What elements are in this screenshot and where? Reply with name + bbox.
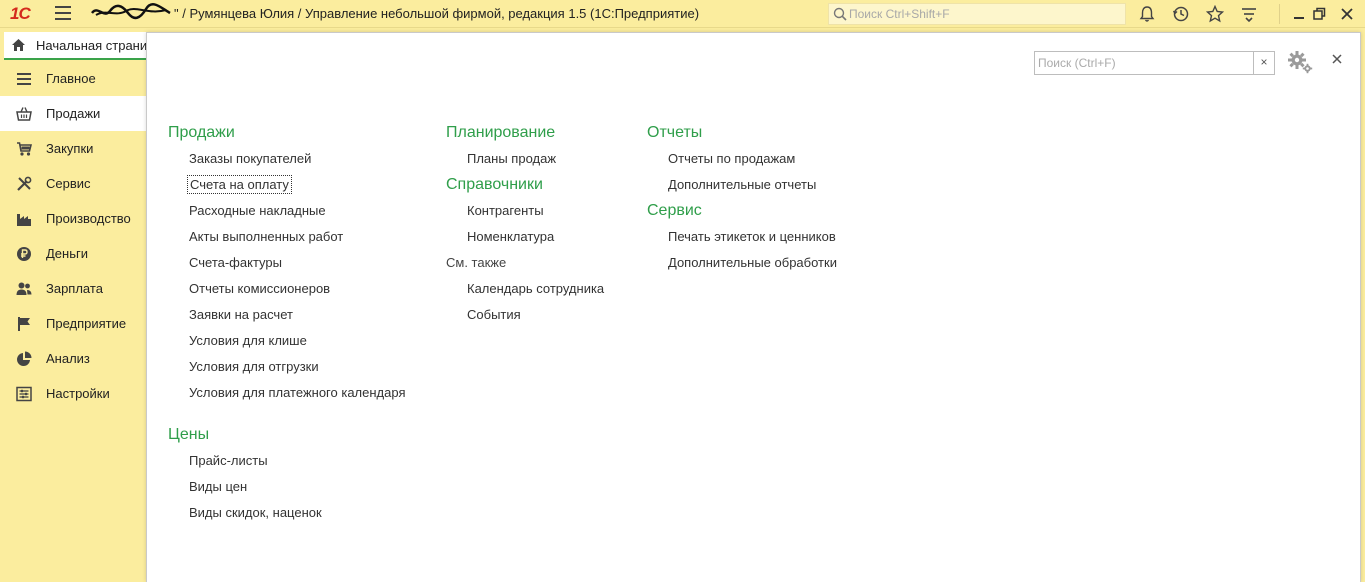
global-search[interactable] xyxy=(828,3,1126,25)
sidebar-item-label: Главное xyxy=(46,71,96,86)
link-additional-processing[interactable]: Дополнительные обработки xyxy=(647,253,837,279)
link-additional-reports[interactable]: Дополнительные отчеты xyxy=(647,175,837,201)
toolbar-separator xyxy=(1279,4,1280,24)
tab-home-label: Начальная страни xyxy=(36,38,148,53)
link-price-types[interactable]: Виды цен xyxy=(168,477,406,503)
link-payment-calendar-terms[interactable]: Условия для платежного календаря xyxy=(168,383,406,409)
sidebar-item-salary[interactable]: Зарплата xyxy=(0,271,146,306)
more-menu-icon[interactable] xyxy=(1240,5,1258,23)
flag-icon xyxy=(18,317,30,331)
restore-icon[interactable] xyxy=(1310,5,1328,23)
factory-icon xyxy=(17,214,31,226)
app-logo[interactable]: 1С xyxy=(10,4,31,24)
link-employee-calendar[interactable]: Календарь сотрудника xyxy=(446,279,604,305)
link-commissioner-reports[interactable]: Отчеты комиссионеров xyxy=(168,279,406,305)
link-stamp-terms[interactable]: Условия для клише xyxy=(168,331,406,357)
sidebar-item-label: Зарплата xyxy=(46,281,103,296)
section-title-reports: Отчеты xyxy=(647,124,703,141)
ruble-coin-icon xyxy=(17,247,31,261)
section-title-catalogs: Справочники xyxy=(446,176,543,193)
main-menu-icon[interactable] xyxy=(55,6,71,20)
sidebar-item-label: Деньги xyxy=(46,246,88,261)
section-title-prices: Цены xyxy=(168,426,210,443)
link-sales-plans[interactable]: Планы продаж xyxy=(446,149,604,175)
tools-icon xyxy=(17,176,32,191)
link-label-printing[interactable]: Печать этикеток и ценников xyxy=(647,227,837,253)
menu-lines-icon xyxy=(17,73,31,85)
sidebar-item-label: Сервис xyxy=(46,176,91,191)
link-nomenclature[interactable]: Номенклатура xyxy=(446,227,604,253)
basket-icon xyxy=(16,107,32,121)
panel-column-1: Продажи Заказы покупателей Счета на опла… xyxy=(168,123,406,529)
sidebar-item-production[interactable]: Производство xyxy=(0,201,146,236)
bell-icon[interactable] xyxy=(1138,5,1156,23)
section-panel: × Продажи Заказы покупателей Счета на оп… xyxy=(146,32,1361,582)
sidebar-item-money[interactable]: Деньги xyxy=(0,236,146,271)
sidebar-item-purchases[interactable]: Закупки xyxy=(0,131,146,166)
title-bar: 1С " / Румянцева Юлия / Управление небол… xyxy=(0,0,1365,28)
search-icon xyxy=(833,7,847,21)
window-title: " / Румянцева Юлия / Управление небольшо… xyxy=(174,6,700,21)
section-title-service: Сервис xyxy=(647,202,702,219)
global-search-input[interactable] xyxy=(849,4,1119,24)
close-panel-icon[interactable] xyxy=(1330,52,1344,66)
people-icon xyxy=(16,282,32,295)
home-icon xyxy=(12,39,25,51)
panel-search[interactable]: × xyxy=(1034,51,1275,75)
sidebar-item-label: Продажи xyxy=(46,106,101,121)
gear-icon[interactable] xyxy=(1286,49,1314,75)
link-sales-invoices[interactable]: Расходные накладные xyxy=(168,201,406,227)
link-shipment-terms[interactable]: Условия для отгрузки xyxy=(168,357,406,383)
panel-column-2: Планирование Планы продаж Справочники Ко… xyxy=(446,123,604,331)
link-invoices-for-payment[interactable]: Счета на оплату xyxy=(168,175,406,201)
sidebar-item-settings[interactable]: Настройки xyxy=(0,376,146,411)
link-tax-invoices[interactable]: Счета-фактуры xyxy=(168,253,406,279)
link-events[interactable]: События xyxy=(446,305,604,331)
section-title-see-also: См. также xyxy=(446,255,507,270)
redacted-scribble xyxy=(91,3,171,20)
sidebar-item-label: Настройки xyxy=(46,386,110,401)
sidebar-item-label: Закупки xyxy=(46,141,94,156)
link-payment-requests[interactable]: Заявки на расчет xyxy=(168,305,406,331)
link-customer-orders[interactable]: Заказы покупателей xyxy=(168,149,406,175)
settings-list-icon xyxy=(16,386,32,402)
panel-column-3: Отчеты Отчеты по продажам Дополнительные… xyxy=(647,123,837,279)
section-title-planning: Планирование xyxy=(446,124,556,141)
section-title-sales: Продажи xyxy=(168,124,235,141)
link-work-acts[interactable]: Акты выполненных работ xyxy=(168,227,406,253)
close-window-icon[interactable] xyxy=(1338,5,1356,23)
sidebar-item-label: Предприятие xyxy=(46,316,127,331)
link-sales-reports[interactable]: Отчеты по продажам xyxy=(647,149,837,175)
sidebar-item-label: Производство xyxy=(46,211,131,226)
link-price-lists[interactable]: Прайс-листы xyxy=(168,451,406,477)
history-icon[interactable] xyxy=(1172,5,1190,23)
favorites-star-icon[interactable] xyxy=(1206,5,1224,23)
sidebar-item-service[interactable]: Сервис xyxy=(0,166,146,201)
cart-icon xyxy=(17,142,32,156)
link-discount-types[interactable]: Виды скидок, наценок xyxy=(168,503,406,529)
clear-search-button[interactable]: × xyxy=(1253,52,1274,74)
sidebar-item-main[interactable]: Главное xyxy=(0,61,146,96)
panel-search-input[interactable] xyxy=(1035,52,1253,74)
tab-home[interactable]: Начальная страни xyxy=(4,32,154,60)
sidebar-item-enterprise[interactable]: Предприятие xyxy=(0,306,146,341)
sidebar-item-label: Анализ xyxy=(46,351,90,366)
minimize-icon[interactable] xyxy=(1290,5,1308,23)
pie-chart-icon xyxy=(17,351,32,366)
link-counterparties[interactable]: Контрагенты xyxy=(446,201,604,227)
sidebar-item-analysis[interactable]: Анализ xyxy=(0,341,146,376)
sidebar-item-sales[interactable]: Продажи xyxy=(0,96,146,131)
sections-sidebar: Главное Продажи Закупки Сервис Производс… xyxy=(0,61,146,582)
